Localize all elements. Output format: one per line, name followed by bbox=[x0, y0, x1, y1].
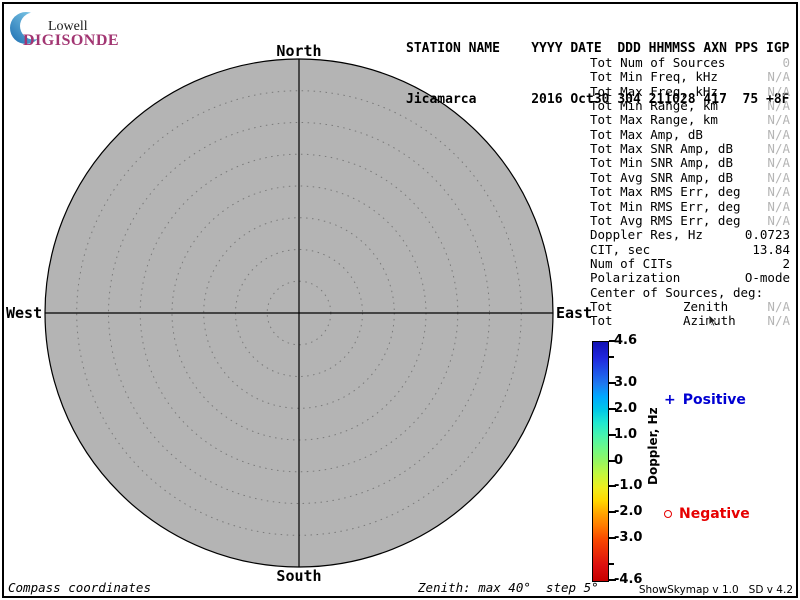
stat-value: N/A bbox=[767, 300, 790, 314]
stat-value: 0 bbox=[782, 56, 790, 70]
colorbar-tick bbox=[609, 563, 614, 565]
stat-label: Polarization bbox=[590, 271, 680, 285]
legend-positive-label: Positive bbox=[683, 392, 746, 408]
stat-value: 2 bbox=[782, 257, 790, 271]
stat-value: N/A bbox=[767, 99, 790, 113]
coordinates-caption: Compass coordinates bbox=[8, 580, 151, 595]
compass-label-south: South bbox=[276, 568, 322, 584]
compass-label-west: West bbox=[6, 305, 42, 321]
colorbar-tick-label: 4.6 bbox=[614, 333, 658, 349]
stat-label: Tot bbox=[590, 300, 613, 314]
stat-value: N/A bbox=[767, 113, 790, 127]
stat-row: TotAzimuthN/A bbox=[590, 314, 790, 329]
stat-value: N/A bbox=[767, 200, 790, 214]
stat-label: Tot Avg SNR Amp, dB bbox=[590, 171, 733, 185]
stat-value: N/A bbox=[767, 70, 790, 84]
mouse-cursor bbox=[708, 314, 720, 328]
stat-label: Num of CITs bbox=[590, 257, 673, 271]
stat-value: N/A bbox=[767, 314, 790, 328]
stat-value: O-mode bbox=[745, 271, 790, 285]
colorbar-tick-label: -3.0 bbox=[614, 530, 658, 546]
stat-value: N/A bbox=[767, 171, 790, 185]
colorbar-tick bbox=[609, 356, 614, 358]
stat-row: Tot Max RMS Err, deg N/A bbox=[590, 185, 790, 200]
stat-label: Tot Max Range, km bbox=[590, 113, 718, 127]
stat-value: 13.84 bbox=[752, 243, 790, 257]
stat-label: Tot Min Range, km bbox=[590, 99, 718, 113]
stat-label: Tot Max RMS Err, deg bbox=[590, 185, 741, 199]
skymap-window: Lowell DIGISONDE STATION NAME YYYY DATE … bbox=[0, 0, 800, 600]
stat-value: N/A bbox=[767, 142, 790, 156]
stat-value: N/A bbox=[767, 214, 790, 228]
zenith-range-caption: Zenith: max 40° step 5° bbox=[418, 580, 599, 595]
compass-label-north: North bbox=[276, 43, 322, 59]
legend-negative: Negative bbox=[664, 506, 750, 522]
stat-label: Tot Max Amp, dB bbox=[590, 128, 703, 142]
stat-row: Doppler Res, Hz 0.0723 bbox=[590, 228, 790, 243]
stat-label: Tot Max Freq, kHz bbox=[590, 85, 718, 99]
doppler-colorbar-title: Doppler, Hz bbox=[646, 400, 660, 492]
stat-value: N/A bbox=[767, 156, 790, 170]
doppler-colorbar bbox=[592, 341, 609, 582]
stat-label: CIT, sec bbox=[590, 243, 650, 257]
stat-label: Doppler Res, Hz bbox=[590, 228, 703, 242]
stat-label: Tot Min SNR Amp, dB bbox=[590, 156, 733, 170]
stat-sublabel: Zenith bbox=[683, 300, 728, 314]
stat-label: Tot Min Freq, kHz bbox=[590, 70, 718, 84]
legend-negative-label: Negative bbox=[679, 506, 750, 522]
stat-value: N/A bbox=[767, 185, 790, 199]
stat-label: Tot Max SNR Amp, dB bbox=[590, 142, 733, 156]
stat-label: Center of Sources, deg: bbox=[590, 286, 763, 300]
stat-label: Tot Min RMS Err, deg bbox=[590, 200, 741, 214]
software-version-caption: ShowSkymap v 1.0 SD v 4.2 bbox=[639, 584, 793, 596]
circle-marker-icon bbox=[664, 510, 672, 518]
logo-text-digisonde: DIGISONDE bbox=[23, 32, 119, 50]
stat-row: Polarization O-mode bbox=[590, 271, 790, 286]
colorbar-tick-label: 3.0 bbox=[614, 375, 658, 391]
stat-value: 0.0723 bbox=[745, 228, 790, 242]
stat-label: Tot bbox=[590, 314, 613, 328]
stat-label: Tot Avg RMS Err, deg bbox=[590, 214, 741, 228]
plus-marker-icon: + bbox=[664, 392, 676, 408]
compass-label-east: East bbox=[556, 305, 592, 321]
stat-value: N/A bbox=[767, 128, 790, 142]
legend-positive: + Positive bbox=[664, 392, 746, 408]
stat-label: Tot Num of Sources bbox=[590, 56, 725, 70]
stat-value: N/A bbox=[767, 85, 790, 99]
colorbar-tick-label: -2.0 bbox=[614, 504, 658, 520]
